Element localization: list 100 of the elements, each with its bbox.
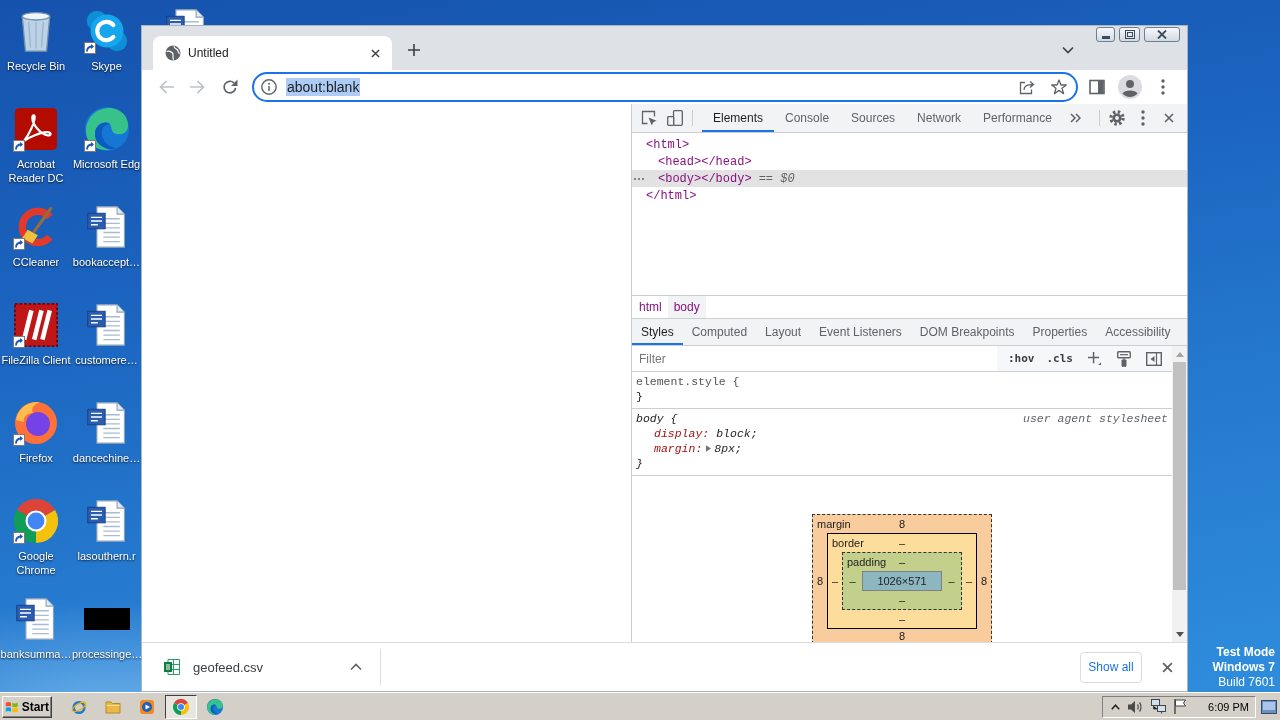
more-dots-icon[interactable] [634, 177, 644, 180]
desktop-icon-label[interactable]: bookaccept… [72, 255, 141, 269]
box-model-value: 8 [898, 517, 906, 531]
desktop-icon-label[interactable]: CCleaner [12, 255, 60, 269]
devtools-tab[interactable]: Elements [702, 104, 775, 132]
network-icon[interactable] [1151, 699, 1167, 714]
filezilla-icon[interactable] [14, 303, 58, 347]
box-model-label: border [832, 536, 864, 550]
desktop-icon-label[interactable]: lasouthern.r [77, 549, 136, 563]
breadcrumb[interactable]: html [633, 296, 668, 318]
maximize-button[interactable] [1119, 27, 1140, 42]
devtools-tab[interactable]: Network [906, 104, 973, 132]
desktop-icon-label[interactable]: customere… [75, 353, 138, 367]
system-notice-text: Test Mode [1215, 645, 1275, 660]
cursor-in-box-icon [641, 110, 657, 126]
styles-pane-tab[interactable]: DOM Breakpoints [910, 319, 1024, 345]
desktop-icon-label[interactable]: Skype [91, 59, 122, 73]
styles-pane-tab[interactable]: Event Listeners [810, 319, 911, 345]
address-bar[interactable]: about:blank [252, 72, 1078, 102]
box-model-value: – [898, 612, 906, 626]
styles-pane-tab[interactable]: Layout [756, 319, 811, 345]
download-file-name[interactable]: geofeed.csv [193, 659, 264, 675]
desktop-icon-label[interactable]: dancechine… [72, 451, 141, 465]
box-model-value: 8 [816, 574, 824, 588]
reload-icon [222, 79, 238, 95]
desktop-icon-label[interactable]: Acrobat Reader DC [0, 157, 72, 185]
plus-icon [408, 44, 420, 56]
image-thumbnail-icon[interactable] [83, 608, 130, 630]
close-icon [1157, 30, 1167, 39]
box-model-label: padding [847, 555, 887, 569]
phone-and-tablet-icon [667, 110, 683, 126]
dom-tree-row[interactable]: </html> [632, 187, 1187, 204]
devtools-tab[interactable]: Performance [972, 104, 1063, 132]
edge-icon [207, 698, 223, 715]
speaker-icon[interactable] [1128, 699, 1144, 714]
acrobat-icon[interactable] [14, 107, 58, 151]
skype-icon[interactable] [84, 9, 129, 53]
window-squares-icon [1124, 30, 1135, 39]
star-icon[interactable] [1051, 79, 1067, 95]
chevron-up-icon[interactable] [1111, 703, 1121, 710]
close-icon [1164, 113, 1174, 123]
css-property-name[interactable]: margin: [654, 441, 703, 456]
desktop-preview-icon [1261, 699, 1277, 714]
content-dimensions: 1026×571 [862, 571, 942, 591]
css-property-value[interactable]: block; [716, 426, 758, 441]
close-window-button[interactable] [1144, 27, 1180, 42]
chevron-up-icon [350, 663, 362, 671]
expand-triangle-icon[interactable] [706, 445, 712, 452]
dom-tree-row[interactable]: <head></head> [632, 153, 1187, 170]
box-model-value: – [898, 536, 906, 550]
share-icon[interactable] [1019, 79, 1035, 95]
desktop-icon-label[interactable]: Recycle Bin [6, 59, 66, 73]
box-model-value: – [849, 574, 856, 588]
filter-toggle-button[interactable]: .cls [1041, 348, 1078, 369]
breadcrumb[interactable]: body [667, 296, 706, 318]
styles-pane-tab[interactable]: Computed [682, 319, 757, 345]
box-model-value: – [965, 574, 973, 588]
desktop-icon-label[interactable]: banksumma… [0, 647, 72, 661]
box-model-value: – [898, 555, 906, 569]
desktop-icon-label[interactable]: Microsoft Edg [72, 157, 141, 171]
css-property-name[interactable]: display: [654, 426, 710, 441]
desktop-icon-label[interactable]: FileZilla Client [1, 353, 71, 367]
css-rule-source[interactable]: user agent stylesheet [1023, 411, 1168, 426]
edge-icon[interactable] [84, 107, 129, 151]
minimize-button[interactable] [1096, 27, 1115, 42]
paint-roller-icon [1117, 350, 1131, 367]
css-closing-brace: } [636, 456, 644, 471]
spreadsheet-file-icon[interactable] [164, 659, 180, 675]
start-button[interactable]: Start [2, 695, 52, 718]
address-text[interactable]: about:blank [286, 78, 361, 96]
triangle-down-icon [1175, 631, 1184, 637]
profile-button[interactable] [1116, 73, 1144, 101]
browser-tab[interactable]: Untitled [153, 36, 392, 70]
box-model-value: 8 [980, 574, 988, 588]
vertical-dots-icon [1141, 110, 1145, 126]
chrome-icon[interactable] [14, 499, 58, 543]
devtools-tab[interactable]: Sources [840, 104, 907, 132]
css-property-value[interactable]: 8px; [714, 441, 742, 456]
globe-icon [165, 45, 181, 61]
firefox-icon[interactable] [14, 401, 58, 445]
settings-icon [1109, 110, 1125, 126]
info-icon[interactable] [261, 79, 277, 95]
scrollbar-thumb[interactable] [1173, 362, 1186, 590]
system-notice-text: Windows 7 [1212, 660, 1275, 675]
dom-tree-row[interactable]: <body></body> == $0 [632, 170, 1187, 187]
taskbar-app-button[interactable] [165, 694, 197, 719]
desktop-icon-label[interactable]: Firefox [19, 451, 53, 465]
filter-toggle-button[interactable]: :hov [1003, 348, 1040, 369]
dom-tree-row[interactable]: <html> [632, 136, 1187, 153]
arrow-left-icon [158, 80, 174, 94]
flag-icon[interactable] [1174, 699, 1187, 714]
desktop-icon-label[interactable]: Google Chrome [0, 549, 72, 577]
close-icon [1161, 661, 1173, 673]
show-all-button[interactable]: Show all [1080, 651, 1142, 683]
styles-pane-tab[interactable]: Properties [1023, 319, 1097, 345]
devtools-tab[interactable]: Console [774, 104, 841, 132]
css-closing-brace: } [636, 389, 644, 404]
styles-pane-tab[interactable]: Accessibility [1096, 319, 1180, 345]
css-selector: element.style { [636, 374, 740, 389]
clock-time[interactable]: 6:09 PM [1208, 700, 1249, 713]
